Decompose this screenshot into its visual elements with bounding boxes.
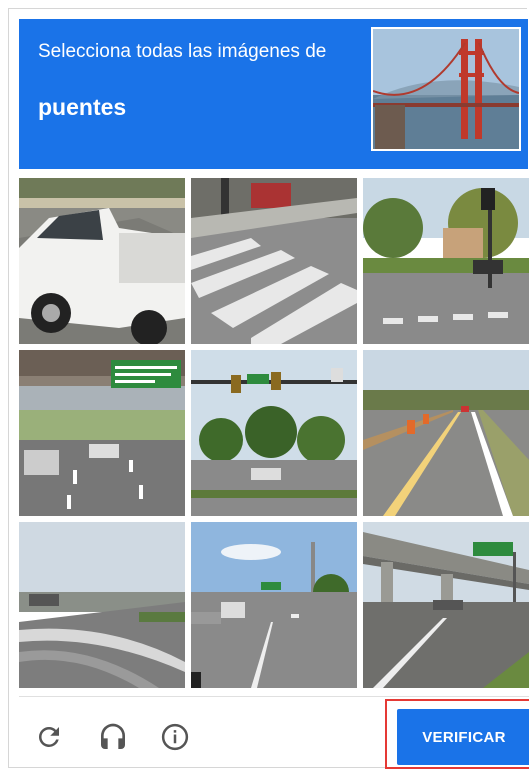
challenge-footer: VERIFICAR: [19, 696, 529, 769]
instruction-text: Selecciona todas las imágenes de: [38, 41, 327, 62]
grid-tile-3[interactable]: [363, 178, 529, 344]
target-object-text: puentes: [38, 94, 127, 120]
grid-tile-1[interactable]: [19, 178, 185, 344]
headphones-icon: [101, 723, 125, 749]
example-bridge-image: [371, 27, 521, 151]
reload-button[interactable]: [31, 719, 67, 755]
grid-tile-9[interactable]: [363, 522, 529, 688]
verify-button[interactable]: VERIFICAR: [397, 709, 529, 765]
image-grid: [19, 178, 529, 688]
grid-tile-6[interactable]: [363, 350, 529, 516]
recaptcha-challenge: Selecciona todas las imágenes de puentes: [0, 0, 529, 769]
info-icon: [161, 723, 189, 751]
grid-tile-7[interactable]: [19, 522, 185, 688]
grid-tile-8[interactable]: [191, 522, 357, 688]
help-button[interactable]: [157, 719, 193, 755]
grid-tile-5[interactable]: [191, 350, 357, 516]
grid-tile-4[interactable]: [19, 350, 185, 516]
audio-challenge-button[interactable]: [95, 719, 131, 755]
challenge-header: Selecciona todas las imágenes de puentes: [19, 19, 528, 169]
reload-icon: [39, 727, 59, 747]
grid-tile-2[interactable]: [191, 178, 357, 344]
